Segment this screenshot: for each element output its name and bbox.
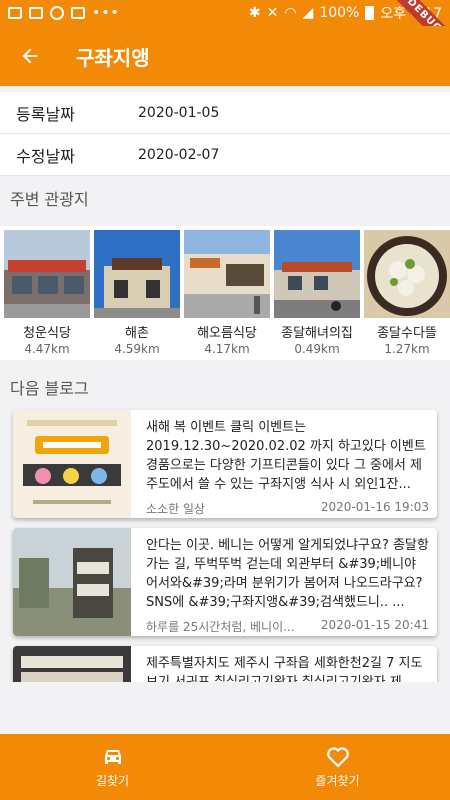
blog-thumbnail <box>13 410 131 518</box>
nearby-photo <box>364 230 450 318</box>
app-notification-icon <box>71 7 85 19</box>
blog-meta: 하루를 25시간처럼, 베니이... 2020-01-15 20:41 <box>146 618 429 635</box>
nearby-distance: 1.27km <box>384 342 430 356</box>
blog-excerpt: 새해 복 이벤트 클릭 이벤트는 2019.12.30~2020.02.02 까… <box>146 420 426 492</box>
nearby-distance: 4.17km <box>204 342 250 356</box>
nearby-list[interactable]: 청운식당 4.47km 해촌 4.59km 해오름식당 4.17km 종달해녀의… <box>0 226 450 360</box>
nearby-distance: 0.49km <box>294 342 340 356</box>
nearby-photo <box>4 230 90 318</box>
blog-card[interactable]: 제주특별자치도 제주시 구좌읍 세화한천2길 7 지도보기 서귀포 칠십리고기왕… <box>13 646 437 682</box>
nearby-name: 해촌 <box>125 326 149 341</box>
nearby-item[interactable]: 해촌 4.59km <box>94 230 180 360</box>
bottom-nav: 길찾기 즐겨찾기 <box>0 734 450 800</box>
directions-label: 길찾기 <box>95 773 130 788</box>
nearby-name: 종달해녀의집 <box>281 326 353 341</box>
modified-date-value: 2020-02-07 <box>138 146 220 163</box>
nearby-distance: 4.47km <box>24 342 70 356</box>
mute-icon: ✕ <box>266 5 279 21</box>
modified-date-label: 수정날짜 <box>16 146 75 166</box>
signal-icon: ◢ <box>302 5 314 21</box>
arrow-left-icon <box>22 48 38 64</box>
blog-source: 소소한 일상 <box>146 502 206 516</box>
directions-button[interactable]: 길찾기 <box>0 734 225 800</box>
heart-outline-icon <box>326 746 349 767</box>
sync-notification-icon <box>50 6 64 20</box>
favorite-button[interactable]: 즐겨찾기 <box>225 734 450 800</box>
nearby-photo <box>184 230 270 318</box>
cast-notification-icon <box>29 7 43 19</box>
status-left-icons: ••• <box>8 5 120 21</box>
blog-date: 2020-01-16 19:03 <box>320 500 429 514</box>
blog-section-title: 다음 블로그 <box>10 379 89 398</box>
blog-list[interactable]: 새해 복 이벤트 클릭 이벤트는 2019.12.30~2020.02.02 까… <box>0 408 450 682</box>
nearby-photo <box>94 230 180 318</box>
nearby-item[interactable]: 해오름식당 4.17km <box>184 230 270 360</box>
blog-card[interactable]: 새해 복 이벤트 클릭 이벤트는 2019.12.30~2020.02.02 까… <box>13 410 437 518</box>
nearby-name: 해오름식당 <box>197 326 257 341</box>
nearby-item[interactable]: 청운식당 4.47km <box>4 230 90 360</box>
nearby-distance: 4.59km <box>114 342 160 356</box>
blog-meta: 소소한 일상 2020-01-16 19:03 <box>146 500 429 517</box>
favorite-label: 즐겨찾기 <box>315 773 360 788</box>
back-button[interactable] <box>0 26 60 86</box>
page-title: 구좌지앵 <box>76 45 150 70</box>
battery-percent: 100% <box>319 5 360 21</box>
app-bar: 구좌지앵 <box>0 26 450 86</box>
registered-date-value: 2020-01-05 <box>138 104 220 121</box>
blog-excerpt: 안다는 이곳. 베니는 어떻게 알게되었냐구요? 종달항 가는 길, 뚜벅뚜벅 … <box>146 538 429 610</box>
blog-card-body: 안다는 이곳. 베니는 어떻게 알게되었냐구요? 종달항 가는 길, 뚜벅뚜벅 … <box>131 528 437 636</box>
registered-date-row: 등록날짜 2020-01-05 <box>0 92 450 134</box>
gallery-notification-icon <box>8 7 22 19</box>
info-section: 등록날짜 2020-01-05 수정날짜 2020-02-07 <box>0 92 450 176</box>
wifi-icon: ◠ <box>284 5 297 21</box>
blog-card[interactable]: 안다는 이곳. 베니는 어떻게 알게되었냐구요? 종달항 가는 길, 뚜벅뚜벅 … <box>13 528 437 636</box>
blog-thumbnail <box>13 646 131 682</box>
nearby-item[interactable]: 종달수다뜰 1.27km <box>364 230 450 360</box>
nearby-item[interactable]: 종달해녀의집 0.49km <box>274 230 360 360</box>
registered-date-label: 등록날짜 <box>16 104 75 124</box>
nearby-name: 종달수다뜰 <box>377 326 437 341</box>
blog-source: 하루를 25시간처럼, 베니이... <box>146 620 295 634</box>
battery-icon <box>365 6 375 20</box>
more-notifications-icon: ••• <box>92 5 120 21</box>
blog-card-body: 새해 복 이벤트 클릭 이벤트는 2019.12.30~2020.02.02 까… <box>131 410 437 518</box>
blog-excerpt: 제주특별자치도 제주시 구좌읍 세화한천2길 7 지도보기 서귀포 칠십리고기왕… <box>146 656 423 682</box>
car-icon <box>104 749 121 764</box>
blog-card-body: 제주특별자치도 제주시 구좌읍 세화한천2길 7 지도보기 서귀포 칠십리고기왕… <box>131 646 437 682</box>
nearby-name: 청운식당 <box>23 326 71 341</box>
blog-date: 2020-01-15 20:41 <box>320 618 429 632</box>
status-bar: ••• ✱ ✕ ◠ ◢ 100% 오후 4:17 DEBUG <box>0 0 450 58</box>
nearby-photo <box>274 230 360 318</box>
bluetooth-icon: ✱ <box>248 5 261 21</box>
nearby-section-title: 주변 관광지 <box>10 190 89 209</box>
modified-date-row: 수정날짜 2020-02-07 <box>0 134 450 176</box>
blog-thumbnail <box>13 528 131 636</box>
